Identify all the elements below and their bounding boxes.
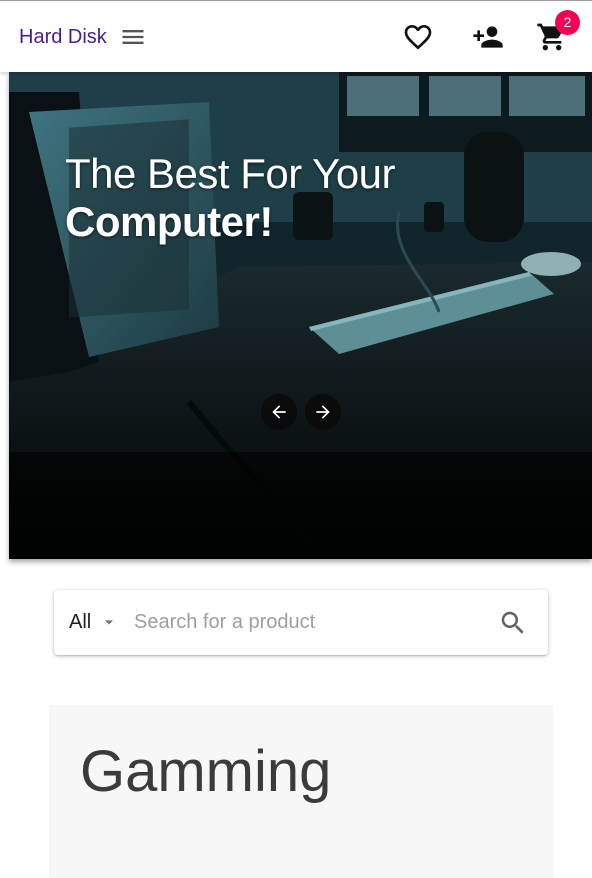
dropdown-caret-icon xyxy=(104,620,114,625)
heart-outline-icon xyxy=(404,25,432,50)
brand-link[interactable]: Hard Disk xyxy=(19,25,107,49)
top-app-bar: Hard Disk 2 xyxy=(0,0,592,72)
hero-title-line-1: The Best For Your xyxy=(65,150,396,197)
arrow-left-icon xyxy=(272,405,286,419)
add-account-button[interactable] xyxy=(472,21,504,53)
search-input[interactable] xyxy=(134,608,464,636)
person-add-icon xyxy=(473,26,503,48)
wishlist-button[interactable] xyxy=(402,21,434,53)
hero-carousel: The Best For Your Computer! xyxy=(9,72,592,559)
category-title: Gamming xyxy=(80,739,332,804)
arrow-right-icon xyxy=(316,405,330,419)
hero-background-image xyxy=(9,72,592,559)
menu-icon xyxy=(122,30,144,44)
carousel-next-button[interactable] xyxy=(305,394,341,430)
product-search-bar: All xyxy=(54,590,548,655)
search-icon xyxy=(501,611,524,634)
menu-button[interactable] xyxy=(119,23,147,51)
hero-title-line-2: Computer! xyxy=(65,198,273,245)
category-card[interactable]: Gamming xyxy=(49,705,553,878)
cart-count-badge: 2 xyxy=(555,10,580,35)
hero-title: The Best For Your Computer! xyxy=(65,150,485,246)
search-button[interactable] xyxy=(498,608,528,638)
category-select-value: All xyxy=(69,611,92,633)
category-select[interactable]: All xyxy=(69,610,114,634)
carousel-prev-button[interactable] xyxy=(261,394,297,430)
